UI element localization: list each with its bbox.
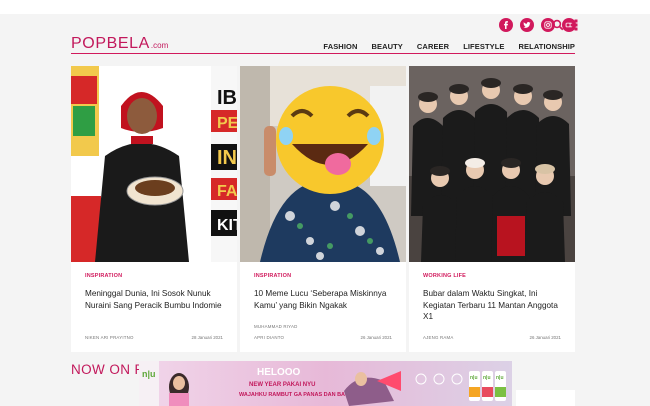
article-category[interactable]: WORKING LIFE (423, 273, 466, 279)
banner-line-1: NEW YEAR PAKAI NYU (249, 382, 315, 388)
top-bar (0, 0, 650, 14)
promo-text-4: FA (217, 183, 237, 200)
social-links (499, 18, 576, 32)
article-date: 28 Januari 2021 (191, 335, 224, 340)
article-title[interactable]: Meninggal Dunia, Ini Sosok Nunuk Nuraini… (85, 288, 230, 311)
promo-text-2: PENE (217, 115, 237, 132)
article-author[interactable]: AJENG RAMA (423, 335, 454, 340)
article-editor[interactable]: APRI DIANTO (254, 335, 284, 340)
site-logo[interactable]: POPBELA .com (71, 35, 168, 53)
product-3-label: n|u (496, 375, 504, 381)
nav-divider (71, 53, 575, 54)
article-author[interactable]: MUHAMMAD RIYAD (254, 324, 297, 329)
ad-banner[interactable]: n|u HELOOO NEW YEAR PAKAI NYU WAJAHKU RA… (139, 361, 512, 406)
promo-text-5: KITA (217, 217, 237, 234)
nav-relationship[interactable]: RELATIONSHIP (519, 42, 575, 51)
search-icon[interactable] (552, 19, 564, 31)
section-title: NOW ON P (71, 362, 144, 377)
article-title[interactable]: Bubar dalam Waktu Singkat, Ini Kegiatan … (423, 288, 568, 323)
nav-fashion[interactable]: FASHION (323, 42, 357, 51)
twitter-icon[interactable] (520, 18, 534, 32)
nav-beauty[interactable]: BEAUTY (371, 42, 402, 51)
article-date: 26 Januari 2021 (360, 335, 393, 340)
banner-brand: n|u (142, 369, 156, 379)
logo-suffix: .com (150, 41, 169, 50)
article-image[interactable]: IB PENE INDO FA KITA (71, 66, 237, 262)
banner-line-2: WAJAHKU RAMBUT GA PANAS DAN BAU AC (239, 392, 358, 398)
nav-lifestyle[interactable]: LIFESTYLE (463, 42, 504, 51)
article-date: 26 Januari 2021 (529, 335, 562, 340)
promo-text-3: INDO (217, 147, 237, 169)
article-category[interactable]: INSPIRATION (85, 273, 122, 279)
main-nav: FASHION BEAUTY CAREER LIFESTYLE RELATION… (323, 42, 575, 51)
article-category[interactable]: INSPIRATION (254, 273, 291, 279)
logo-text: POPBELA (71, 35, 150, 52)
product-2-label: n|u (483, 375, 491, 381)
article-image[interactable] (240, 66, 406, 262)
product-1-label: n|u (470, 375, 478, 381)
article-card[interactable]: IB PENE INDO FA KITA INSPIRATION Meningg… (71, 66, 237, 352)
article-image[interactable] (409, 66, 575, 262)
promo-text-1: IB (217, 87, 237, 109)
article-title[interactable]: 10 Meme Lucu ‘Seberapa Miskinnya Kamu’ y… (254, 288, 399, 311)
banner-headline: HELOOO (257, 367, 301, 378)
section-background (516, 390, 575, 406)
facebook-icon[interactable] (499, 18, 513, 32)
page: POPBELA .com FASHION BEAUTY CAREER LIFES… (0, 0, 650, 406)
grid-menu-icon[interactable] (566, 19, 578, 31)
nav-career[interactable]: CAREER (417, 42, 449, 51)
article-author[interactable]: NIKEN ARI PRAYITNO (85, 335, 134, 340)
article-card[interactable]: INSPIRATION 10 Meme Lucu ‘Seberapa Miski… (240, 66, 406, 352)
article-card[interactable]: WORKING LIFE Bubar dalam Waktu Singkat, … (409, 66, 575, 352)
